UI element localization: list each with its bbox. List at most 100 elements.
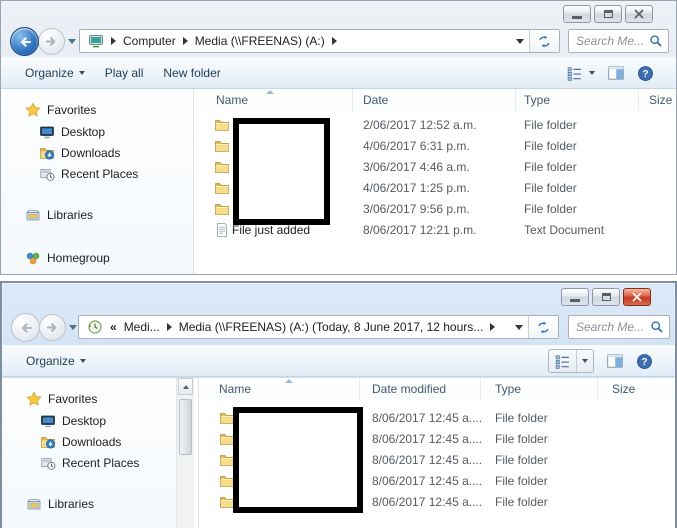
column-header-date-modified[interactable]: Date modified: [360, 378, 481, 400]
file-type: File folder: [495, 474, 548, 488]
help-button[interactable]: [637, 65, 654, 82]
sidebar-item-label: Downloads: [62, 435, 122, 449]
play-all-button[interactable]: Play all: [95, 58, 154, 88]
search-icon[interactable]: [649, 34, 663, 48]
sort-ascending-icon: [285, 379, 293, 383]
file-type: File folder: [495, 432, 548, 446]
sidebar-item-favorites[interactable]: Favorites: [26, 390, 97, 408]
change-view-dropdown-segment[interactable]: [576, 350, 593, 372]
star-icon: [25, 102, 41, 118]
search-input[interactable]: [569, 318, 650, 336]
sidebar-item-recent-places[interactable]: Recent Places: [40, 454, 139, 472]
address-bar[interactable]: « Medi... Media (\\FREENAS) (A:) (Today,…: [78, 315, 559, 339]
network-computer-icon: [88, 33, 104, 49]
file-type: File folder: [524, 202, 577, 216]
back-button[interactable]: [10, 27, 39, 56]
search-box: [568, 29, 669, 53]
forward-button[interactable]: [39, 314, 66, 341]
preview-pane-button[interactable]: [606, 352, 624, 370]
command-bar: Organize Play all New folder: [1, 57, 676, 89]
help-button[interactable]: [636, 353, 653, 370]
libraries-icon: [25, 207, 41, 223]
breadcrumb-overflow-chevron[interactable]: «: [110, 320, 117, 334]
back-button[interactable]: [11, 313, 40, 342]
column-header-size[interactable]: Size: [639, 89, 676, 111]
change-view-button[interactable]: [566, 65, 595, 82]
scroll-up-button[interactable]: [178, 378, 193, 395]
sidebar-item-label: Favorites: [48, 392, 98, 406]
navigation-bar: « Medi... Media (\\FREENAS) (A:) (Today,…: [2, 313, 675, 343]
sidebar-item-favorites[interactable]: Favorites: [25, 101, 96, 119]
breadcrumb-separator-icon[interactable]: [111, 37, 116, 45]
desktop-icon: [40, 413, 56, 429]
search-icon[interactable]: [650, 320, 664, 334]
minimize-button[interactable]: [563, 5, 591, 23]
column-header-size[interactable]: Size: [598, 378, 675, 400]
sidebar-item-label: Libraries: [47, 208, 94, 222]
change-view-icon-segment[interactable]: [549, 350, 576, 372]
minimize-button[interactable]: [561, 288, 589, 306]
sidebar-item-label: Favorites: [47, 103, 97, 117]
sidebar-item-libraries[interactable]: Libraries: [26, 495, 94, 513]
sidebar-item-homegroup[interactable]: Homegroup: [25, 249, 110, 267]
refresh-button[interactable]: [529, 30, 559, 52]
restore-button[interactable]: [592, 288, 620, 306]
preview-pane-button[interactable]: [607, 64, 625, 82]
scrollbar-thumb[interactable]: [179, 399, 192, 455]
file-date: 8/06/2017 12:45 a....: [372, 432, 483, 446]
recent-places-icon: [39, 166, 55, 182]
column-header-name[interactable]: Name: [194, 89, 353, 111]
organize-button[interactable]: Organize: [15, 58, 95, 88]
column-headers: Name Date Type Size: [194, 89, 676, 111]
refresh-button[interactable]: [528, 316, 558, 338]
sidebar-item-recent-places[interactable]: Recent Places: [39, 165, 138, 183]
breadcrumb-separator-icon[interactable]: [490, 323, 496, 331]
sidebar-item-downloads[interactable]: Downloads: [40, 433, 121, 451]
list-view-icon: [554, 353, 571, 370]
search-box: [568, 315, 670, 339]
explorer-main: Favorites Desktop Downloads Recent Place…: [1, 89, 676, 274]
breadcrumb-separator-icon[interactable]: [331, 37, 337, 45]
sidebar-scrollbar[interactable]: [176, 378, 194, 528]
recent-pages-dropdown[interactable]: [68, 39, 76, 44]
search-input[interactable]: [569, 32, 649, 50]
breadcrumb-item-media-truncated[interactable]: Medi...: [124, 320, 160, 334]
new-folder-button[interactable]: New folder: [153, 58, 230, 88]
chevron-down-icon: [582, 359, 588, 363]
new-folder-label: New folder: [163, 66, 221, 80]
column-header-type[interactable]: Type: [481, 378, 598, 400]
address-dropdown-button[interactable]: [511, 30, 529, 52]
breadcrumb: Computer Media (\\FREENAS) (A:): [80, 33, 511, 49]
breadcrumb-separator-icon[interactable]: [166, 323, 172, 331]
sidebar-item-desktop[interactable]: Desktop: [40, 412, 106, 430]
column-header-type[interactable]: Type: [516, 89, 639, 111]
close-button[interactable]: [623, 288, 651, 306]
file-type: File folder: [495, 495, 548, 509]
organize-button[interactable]: Organize: [16, 346, 96, 376]
breadcrumb-item-computer[interactable]: Computer: [123, 34, 176, 48]
sidebar-item-downloads[interactable]: Downloads: [39, 144, 120, 162]
sidebar-item-libraries[interactable]: Libraries: [25, 206, 93, 224]
redaction-box: [233, 118, 330, 225]
file-date: 8/06/2017 12:45 a....: [372, 495, 483, 509]
restore-button[interactable]: [594, 5, 622, 23]
breadcrumb-item-media-freenas[interactable]: Media (\\FREENAS) (A:): [195, 34, 325, 48]
breadcrumb-item-search-results[interactable]: Media (\\FREENAS) (A:) (Today, 8 June 20…: [179, 320, 484, 334]
file-date: 3/06/2017 4:46 a.m.: [363, 160, 470, 174]
close-button[interactable]: [625, 5, 653, 23]
forward-button[interactable]: [38, 28, 65, 55]
sidebar-item-desktop[interactable]: Desktop: [39, 123, 105, 141]
triangle-up-icon: [182, 384, 189, 389]
column-header-name[interactable]: Name: [199, 378, 360, 400]
file-type: File folder: [495, 453, 548, 467]
window-controls: [561, 288, 651, 306]
column-header-date[interactable]: Date: [353, 89, 516, 111]
address-dropdown-button[interactable]: [510, 316, 528, 338]
address-bar[interactable]: Computer Media (\\FREENAS) (A:): [79, 29, 560, 53]
change-view-button[interactable]: [548, 349, 594, 373]
column-header-label: Type: [495, 382, 522, 396]
recent-pages-dropdown[interactable]: [69, 325, 77, 330]
column-header-label: Name: [219, 382, 252, 396]
breadcrumb-separator-icon[interactable]: [182, 37, 188, 45]
recent-places-icon: [40, 455, 56, 471]
